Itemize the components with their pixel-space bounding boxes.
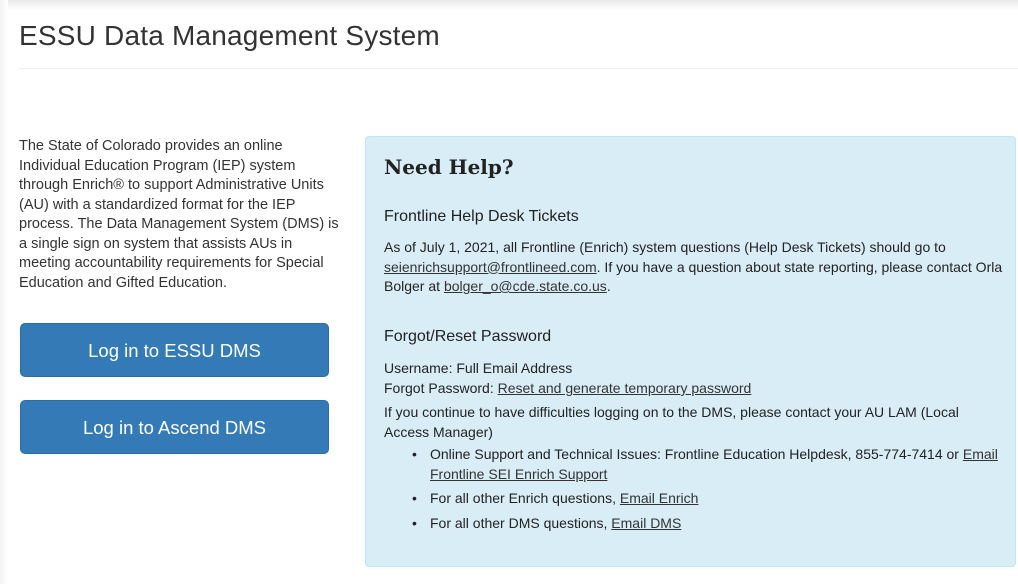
help-title: Need Help? [384,155,514,179]
seienrichsupport-email-link[interactable]: seienrichsupport@frontlineed.com [384,259,597,275]
list-item-text: For all other DMS questions, [430,514,612,531]
intro-text: The State of Colorado provides an online… [19,138,339,291]
help-desk-tickets-text: As of July 1, 2021, all Frontline (Enric… [384,238,1004,297]
help-desk-tickets-text-line1: As of July 1, 2021, all Frontline (Enric… [384,239,946,255]
username-hint: Username: Full Email Address [384,360,573,376]
list-item-text: For all other Enrich questions, [430,490,620,506]
forgot-reset-password-title: Forgot/Reset Password [384,328,552,345]
list-item: • For all other DMS questions, Email DMS [412,514,1002,534]
top-shadow [0,0,1018,10]
bullet-icon: • [412,446,417,462]
bullet-icon: • [412,490,417,506]
login-ascend-dms-button[interactable]: Log in to Ascend DMS [20,400,329,454]
left-edge [0,0,8,584]
list-item-text: Online Support and Technical Issues: Fro… [430,446,963,462]
reset-password-link[interactable]: Reset and generate temporary password [498,380,752,396]
page: ESSU Data Management System The State of… [0,0,1018,584]
bullet-icon: • [412,514,417,531]
support-list: • Online Support and Technical Issues: F… [412,445,1002,538]
page-title: ESSU Data Management System [19,20,440,51]
email-dms-link[interactable]: Email DMS [611,515,681,531]
bolger-email-link[interactable]: bolger_o@cde.state.co.us [444,278,607,294]
forgot-password-label: Forgot Password: [384,380,498,396]
continue-difficulties-text: If you continue to have difficulties log… [384,404,959,440]
list-item: • For all other Enrich questions, Email … [412,489,1002,509]
help-desk-tickets-title: Frontline Help Desk Tickets [384,208,579,225]
login-essu-dms-button[interactable]: Log in to ESSU DMS [20,323,329,377]
title-divider [19,68,1018,69]
help-panel: Need Help? Frontline Help Desk Tickets A… [365,136,1016,567]
list-item: • Online Support and Technical Issues: F… [412,445,1002,484]
email-enrich-link[interactable]: Email Enrich [620,490,699,506]
help-desk-tickets-text-end: . [606,278,611,294]
forgot-password-line: Forgot Password: Reset and generate temp… [384,379,1004,399]
